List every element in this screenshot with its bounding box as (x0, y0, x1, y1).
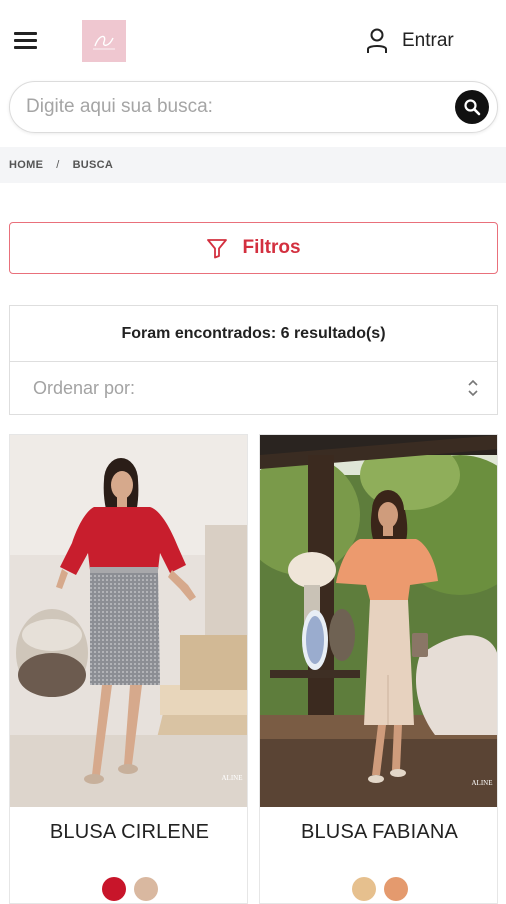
product-photo-cirlene: ALINE (10, 435, 247, 807)
product-card[interactable]: ALINE BLUSA FABIANA (259, 434, 498, 904)
filters-button[interactable]: Filtros (9, 222, 498, 274)
product-name[interactable]: BLUSA CIRLENE (10, 821, 247, 844)
breadcrumb: HOME / BUSCA (0, 147, 506, 183)
product-photo-fabiana: ALINE (260, 435, 497, 807)
search-icon (464, 99, 481, 116)
search-bar (9, 81, 498, 133)
menu-icon[interactable] (14, 30, 38, 50)
results-count: Foram encontrados: 6 resultado(s) (10, 306, 497, 362)
filters-label: Filtros (242, 237, 301, 258)
svg-text:ALINE: ALINE (222, 774, 243, 782)
color-swatches (10, 877, 247, 901)
svg-text:ALINE: ALINE (472, 779, 493, 787)
search-input[interactable] (26, 92, 446, 122)
product-card[interactable]: ALINE BLUSA CIRLENE (9, 434, 248, 904)
breadcrumb-current: BUSCA (72, 159, 114, 171)
login-label: Entrar (402, 30, 454, 51)
sort-placeholder: Ordenar por: (33, 377, 136, 398)
color-swatches (260, 877, 497, 901)
header: Entrar (0, 0, 506, 80)
color-swatch[interactable] (101, 877, 126, 901)
sort-select[interactable]: Ordenar por: (10, 362, 497, 414)
color-swatch[interactable] (351, 877, 376, 901)
product-name[interactable]: BLUSA FABIANA (260, 821, 497, 844)
breadcrumb-separator: / (56, 159, 60, 171)
sort-chevrons-icon (468, 379, 478, 397)
color-swatch[interactable] (133, 877, 158, 901)
logo-mark (93, 35, 115, 50)
breadcrumb-home[interactable]: HOME (9, 159, 43, 171)
results-panel: Foram encontrados: 6 resultado(s) Ordena… (9, 305, 498, 415)
product-image[interactable]: ALINE (260, 435, 497, 807)
user-icon (367, 28, 387, 53)
product-image[interactable]: ALINE (10, 435, 247, 807)
filter-icon (207, 239, 228, 259)
store-logo[interactable] (82, 20, 126, 62)
color-swatch[interactable] (383, 877, 408, 901)
search-button[interactable] (455, 90, 489, 124)
login-link[interactable]: Entrar (366, 26, 454, 56)
